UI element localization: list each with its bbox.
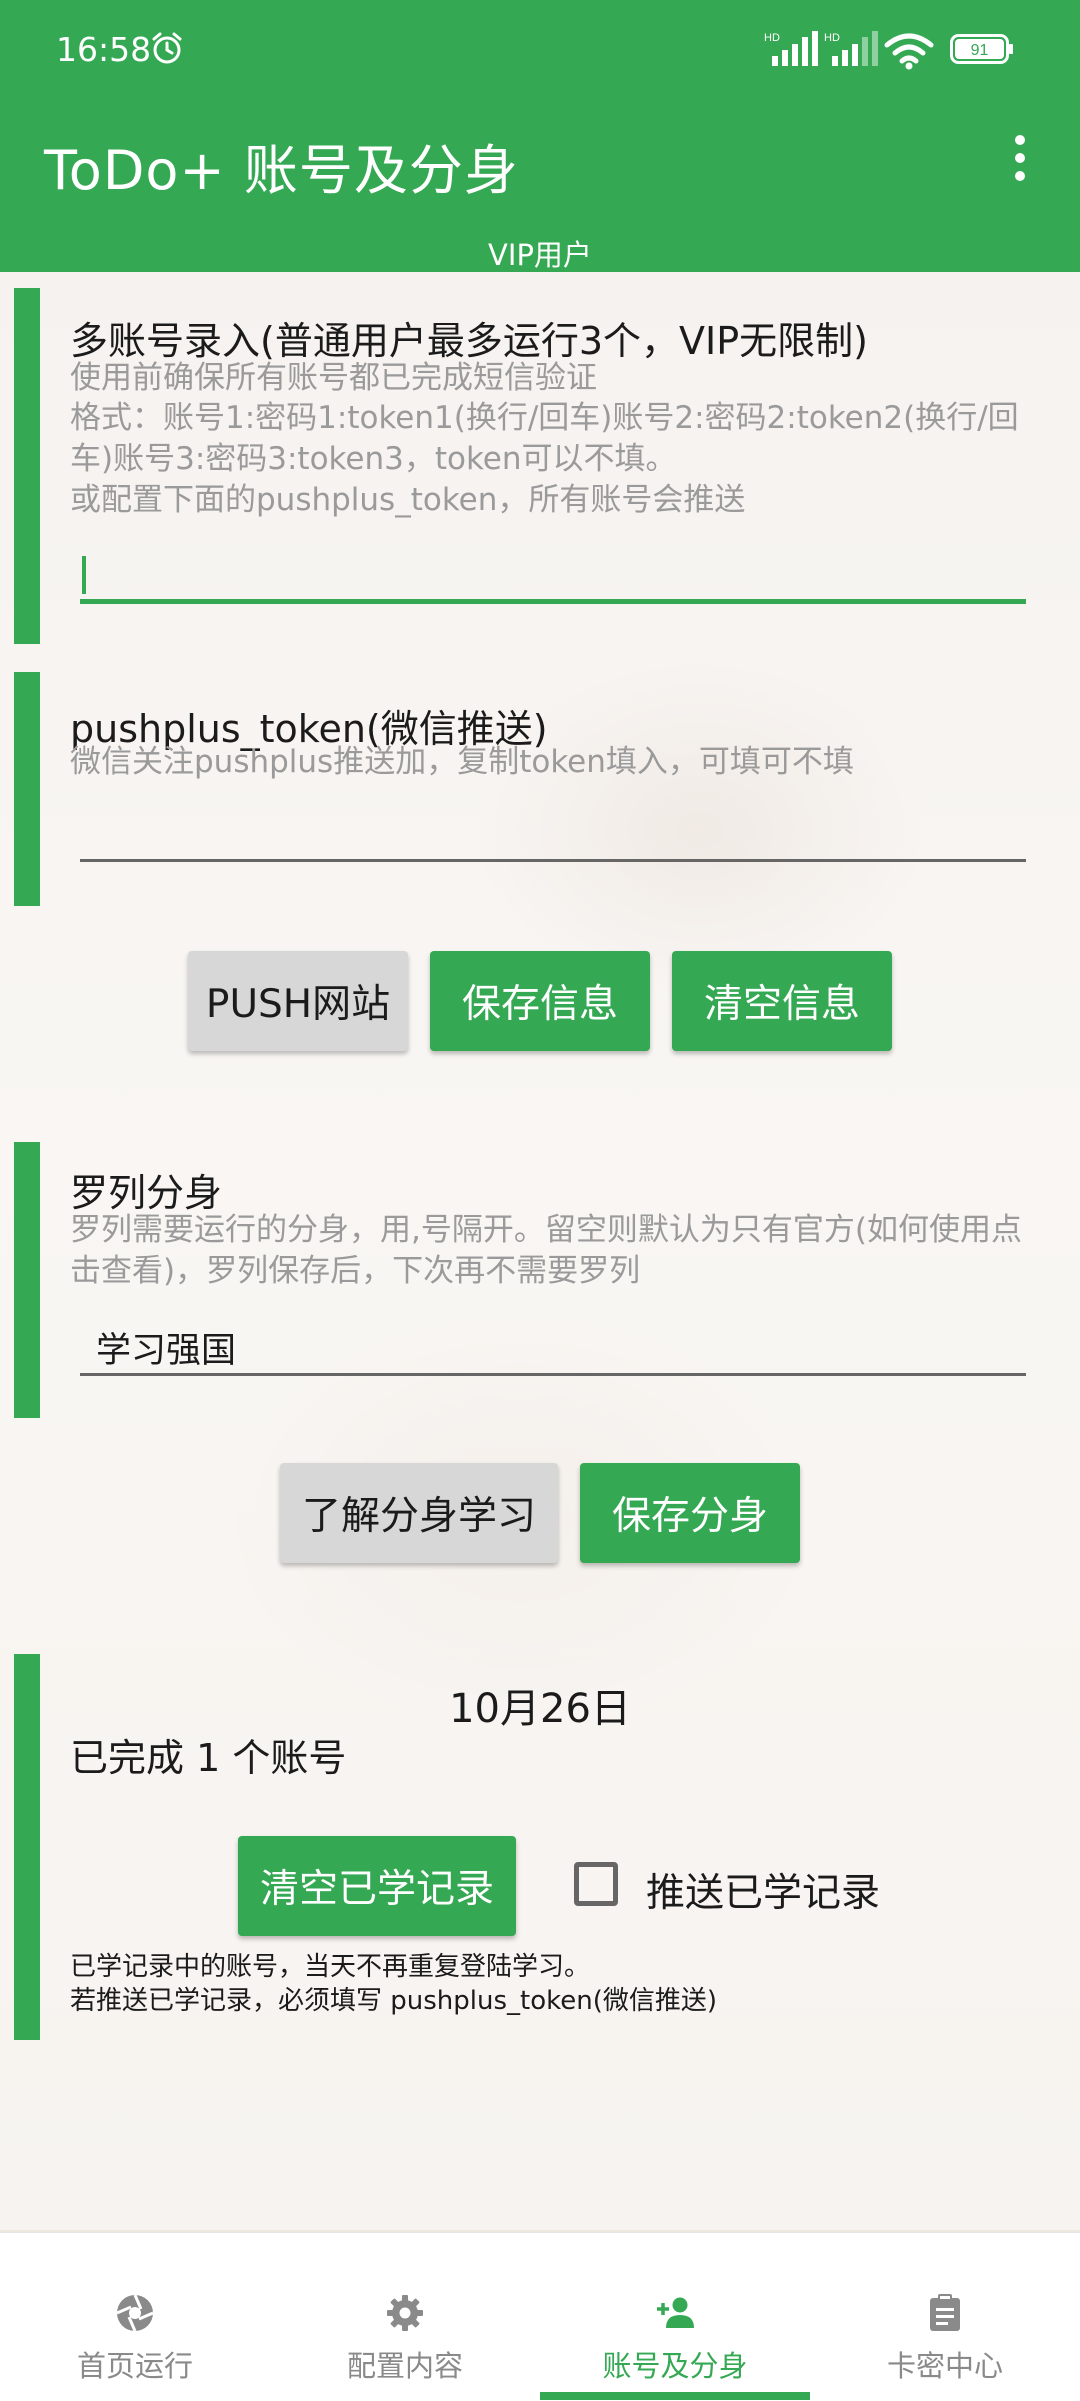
- text-cursor: [82, 556, 86, 594]
- gear-icon: [387, 2295, 423, 2331]
- clone-desc: 罗列需要运行的分身，用,号隔开。留空则默认为只有官方(如何使用点击查看)，罗列保…: [70, 1212, 1022, 1289]
- input-underline: [80, 1373, 1026, 1376]
- save-info-button[interactable]: 保存信息: [430, 951, 650, 1051]
- clone-list-input[interactable]: 学习强国: [80, 1312, 1026, 1376]
- learn-clone-button[interactable]: 了解分身学习: [280, 1463, 558, 1563]
- battery-icon: 91: [950, 34, 1013, 64]
- accounts-desc-3: 或配置下面的pushplus_token，所有账号会推送: [70, 482, 746, 518]
- nav-item-config[interactable]: 配置内容: [270, 2233, 540, 2401]
- card-accent-bar: [14, 672, 40, 906]
- signal-hd-label: HD: [764, 32, 780, 44]
- input-underline: [80, 859, 1026, 862]
- status-bar: 16:58 HD HD 91: [0, 0, 1080, 100]
- nav-label-card-center: 卡密中心: [886, 2349, 1003, 2383]
- accounts-desc-1: 使用前确保所有账号都已完成短信验证: [70, 360, 597, 396]
- pushplus-card: pushplus_token(微信推送) 微信关注pushplus推送加，复制t…: [14, 672, 1054, 906]
- signal-icon-2: HD: [824, 31, 878, 66]
- wifi-icon: [884, 33, 934, 70]
- aperture-icon: [116, 2294, 154, 2332]
- signal-hd-label-2: HD: [824, 32, 840, 44]
- signal-icon: HD: [764, 31, 818, 66]
- push-records-label[interactable]: 推送已学记录: [646, 1862, 880, 1918]
- clone-title: 罗列分身: [70, 1171, 223, 1215]
- accounts-card: 多账号录入(普通用户最多运行3个，VIP无限制) 使用前确保所有账号都已完成短信…: [14, 288, 1054, 644]
- active-tab-indicator: [540, 2392, 810, 2400]
- nav-item-home-run[interactable]: 首页运行: [0, 2233, 270, 2401]
- input-underline: [80, 599, 1026, 604]
- clone-input-value: 学习强国: [96, 1331, 237, 1371]
- nav-item-card-center[interactable]: 卡密中心: [810, 2233, 1080, 2401]
- accounts-title: 多账号录入(普通用户最多运行3个，VIP无限制): [70, 319, 868, 363]
- clear-info-button[interactable]: 清空信息: [672, 951, 892, 1051]
- save-clone-button[interactable]: 保存分身: [580, 1463, 800, 1563]
- status-time: 16:58: [56, 30, 152, 69]
- record-date: 10月26日: [449, 1686, 631, 1732]
- more-options-icon[interactable]: [1002, 132, 1038, 184]
- card-accent-bar: [14, 288, 40, 644]
- clear-records-button[interactable]: 清空已学记录: [238, 1836, 516, 1936]
- accounts-input[interactable]: [80, 546, 1026, 604]
- clone-card: 罗列分身 罗列需要运行的分身，用,号隔开。留空则默认为只有官方(如何使用点击查看…: [14, 1142, 1054, 1418]
- clipboard-icon: [930, 2294, 960, 2331]
- battery-level: 91: [971, 42, 989, 59]
- vip-status: VIP用户: [488, 238, 592, 272]
- page-title: ToDo+ 账号及分身: [44, 139, 519, 202]
- record-note-2: 若推送已学记录，必须填写 pushplus_token(微信推送): [70, 1986, 718, 2016]
- nav-item-accounts[interactable]: 账号及分身: [540, 2233, 810, 2401]
- nav-label-config: 配置内容: [346, 2349, 463, 2383]
- pushplus-desc: 微信关注pushplus推送加，复制token填入，可填可不填: [70, 744, 854, 780]
- accounts-desc-2: 格式：账号1:密码1:token1(换行/回车)账号2:密码2:token2(换…: [70, 400, 1019, 477]
- add-person-icon: [657, 2297, 694, 2328]
- card-accent-bar: [14, 1142, 40, 1418]
- record-note-1: 已学记录中的账号，当天不再重复登陆学习。: [70, 1952, 591, 1982]
- nav-label-accounts: 账号及分身: [602, 2349, 748, 2383]
- push-site-button[interactable]: PUSH网站: [188, 951, 408, 1051]
- bottom-navigation: 首页运行 配置内容 账号及分身 卡密中心: [0, 2232, 1080, 2401]
- app-bar: 16:58 HD HD 91 ToDo+ 账号及分身 VIP用户: [0, 0, 1080, 272]
- push-records-checkbox[interactable]: [574, 1862, 618, 1906]
- pushplus-token-input[interactable]: [80, 802, 1026, 862]
- nav-label-home-run: 首页运行: [76, 2349, 193, 2383]
- alarm-icon: [152, 32, 182, 64]
- completed-count: 已完成 1 个账号: [70, 1736, 347, 1780]
